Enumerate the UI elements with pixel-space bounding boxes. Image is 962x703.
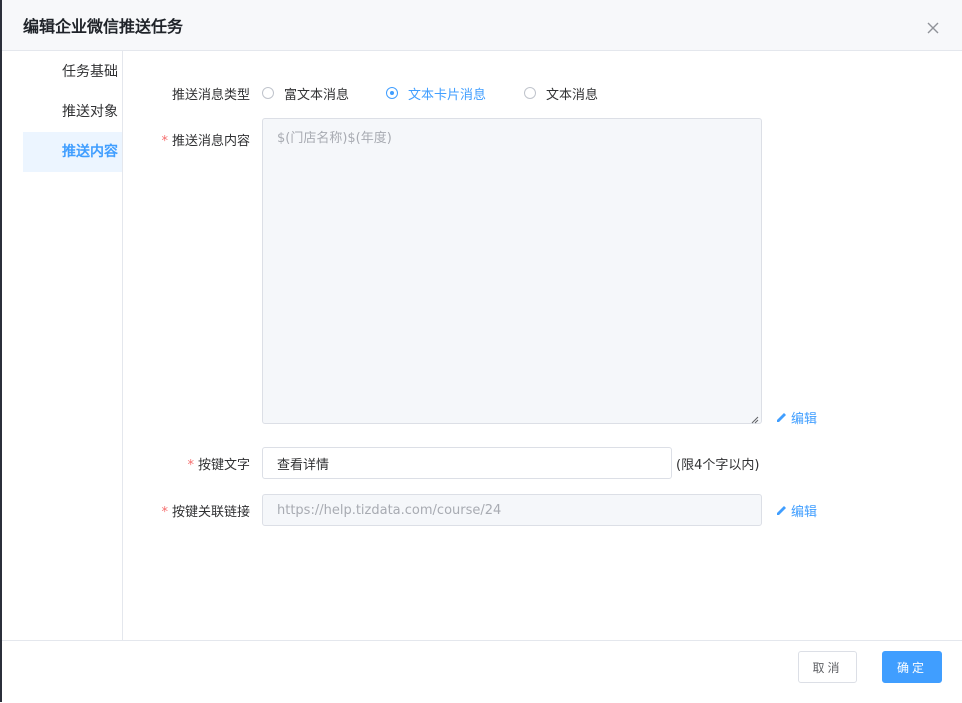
button-link-placeholder: https://help.tizdata.com/course/24: [277, 502, 502, 518]
confirm-button[interactable]: 确定: [882, 651, 942, 683]
sidebar-item-task-basic[interactable]: 任务基础: [23, 52, 122, 92]
pencil-icon: [777, 506, 786, 515]
step-sidebar: 任务基础 推送对象 推送内容: [2, 51, 123, 640]
radio-label: 文本消息: [546, 87, 599, 103]
required-mark: *: [161, 505, 168, 520]
edit-label: 编辑: [791, 505, 818, 520]
dialog-header: 编辑企业微信推送任务: [2, 0, 962, 51]
radio-text-card[interactable]: 文本卡片消息: [386, 84, 487, 103]
sidebar-item-push-content[interactable]: 推送内容: [23, 132, 122, 172]
radio-circle: [524, 87, 536, 99]
content-placeholder: $(门店名称)$(年度): [277, 131, 392, 146]
sidebar-item-label: 任务基础: [62, 64, 118, 80]
sidebar-item-push-target[interactable]: 推送对象: [23, 92, 122, 132]
pencil-icon: [777, 413, 786, 422]
edit-content-link[interactable]: 编辑: [775, 408, 817, 427]
button-text-label: * 按键文字: [187, 458, 250, 473]
button-link-label: * 按键关联链接: [161, 505, 250, 520]
button-link-input[interactable]: https://help.tizdata.com/course/24: [262, 494, 762, 526]
content-label: * 推送消息内容: [161, 134, 250, 149]
radio-circle: [386, 87, 398, 99]
radio-rich-text[interactable]: 富文本消息: [262, 84, 350, 103]
edit-link-link[interactable]: 编辑: [775, 501, 817, 520]
button-text-hint: (限4个字以内): [676, 458, 760, 473]
button-text-value: 查看详情: [277, 457, 330, 473]
button-text-input[interactable]: 查看详情: [262, 447, 672, 479]
dialog-title: 编辑企业微信推送任务: [23, 17, 184, 36]
required-mark: *: [187, 458, 194, 473]
close-icon[interactable]: [924, 19, 942, 37]
cancel-button[interactable]: 取消: [798, 651, 857, 683]
resize-handle-icon[interactable]: [751, 413, 759, 424]
edit-label: 编辑: [791, 412, 818, 427]
radio-label: 文本卡片消息: [408, 87, 487, 103]
radio-label: 富文本消息: [284, 87, 350, 103]
radio-text[interactable]: 文本消息: [524, 84, 599, 103]
sidebar-item-label: 推送对象: [62, 104, 118, 120]
message-type-label: 推送消息类型: [171, 88, 250, 103]
required-mark: *: [161, 134, 168, 149]
sidebar-item-label: 推送内容: [62, 144, 118, 160]
content-textarea[interactable]: $(门店名称)$(年度): [262, 118, 762, 424]
radio-circle: [262, 87, 274, 99]
